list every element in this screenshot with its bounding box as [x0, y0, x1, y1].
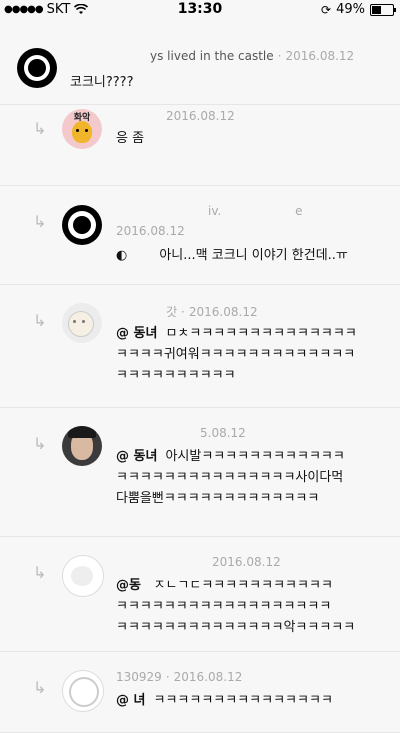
comment-text: 응 좀	[116, 131, 145, 146]
mention-tag[interactable]: @ 동녀	[116, 449, 157, 464]
comment-text: 코크니????	[70, 75, 134, 90]
comment-meta: ys lived in the castle · 2016.08.12	[150, 49, 355, 63]
status-bar: ●●●●● SKT 13:30 ⟳ 49%	[0, 0, 400, 20]
mention-tag[interactable]: ◐	[116, 248, 127, 263]
comment-text: @ 동녀 아시발ㅋㅋㅋㅋㅋㅋㅋㅋㅋㅋㅋㅋ ㅋㅋㅋㅋㅋㅋㅋㅋㅋㅋㅋㅋㅋㅋㅋ사이다먹 …	[116, 449, 345, 506]
battery-percent: 49%	[336, 2, 365, 17]
reply-item[interactable]: ↳ iv. e 2016.08.12 ◐ 아니...맥 코크니 이야기 한건데..…	[0, 186, 400, 285]
comment-author[interactable]: 130929	[116, 670, 162, 684]
comment-date: 5.08.12	[200, 426, 246, 440]
avatar[interactable]	[17, 48, 57, 88]
reply-arrow-icon: ↳	[33, 434, 47, 453]
comment-author[interactable]: 갓	[166, 305, 177, 319]
comment-date: 2016.08.12	[285, 49, 355, 63]
reply-item[interactable]: ↳ 갓 · 2016.08.12 @ 동녀 ㅁㅊㅋㅋㅋㅋㅋㅋㅋㅋㅋㅋㅋㅋㅋㅋ ㅋㅋㅋㅋ…	[0, 285, 400, 408]
comment-meta: 5.08.12	[200, 426, 246, 440]
reply-arrow-icon: ↳	[33, 563, 47, 582]
comment-author[interactable]: ys lived in the castle	[150, 49, 274, 63]
comment-list[interactable]: ys lived in the castle · 2016.08.12 코크니???…	[0, 22, 400, 733]
rotation-lock-icon: ⟳	[321, 2, 332, 17]
reply-arrow-icon: ↳	[33, 119, 47, 138]
comment-meta: 130929 · 2016.08.12	[116, 670, 243, 684]
avatar[interactable]	[62, 426, 102, 466]
reply-item[interactable]: ↳ 2016.08.12 @동 ㅈㄴㄱㄷㅋㅋㅋㅋㅋㅋㅋㅋㅋㅋㅋ ㅋㅋㅋㅋㅋㅋㅋㅋ…	[0, 537, 400, 652]
comment-author[interactable]: iv.	[208, 204, 221, 218]
comment-text: @ 녀 ㅋㅋㅋㅋㅋㅋㅋㅋㅋㅋㅋㅋㅋㅋㅋ	[116, 693, 333, 708]
comment-text: ◐ 아니...맥 코크니 이야기 한건데..ㅠ	[116, 248, 348, 263]
comment-meta: 2016.08.12	[212, 555, 281, 569]
comment-date: 2016.08.12	[212, 555, 281, 569]
battery-info: ⟳ 49%	[321, 2, 396, 17]
comment-date: 2016.08.12	[166, 109, 235, 123]
avatar[interactable]	[62, 555, 104, 597]
comment-text: @동 ㅈㄴㄱㄷㅋㅋㅋㅋㅋㅋㅋㅋㅋㅋㅋ ㅋㅋㅋㅋㅋㅋㅋㅋㅋㅋㅋㅋㅋㅋㅋㅋㅋㅋ ㅋㅋ…	[116, 578, 356, 635]
comment-meta: iv. e	[208, 204, 303, 218]
comment-meta: 갓 · 2016.08.12	[166, 305, 258, 319]
reply-item[interactable]: ↳ 130929 · 2016.08.12 @ 녀 ㅋㅋㅋㅋㅋㅋㅋㅋㅋㅋㅋㅋㅋㅋㅋ	[0, 652, 400, 733]
reply-arrow-icon: ↳	[33, 212, 47, 231]
comment-item[interactable]: ys lived in the castle · 2016.08.12 코크니???…	[0, 22, 400, 105]
avatar[interactable]	[62, 205, 102, 245]
reply-arrow-icon: ↳	[33, 311, 47, 330]
mention-tag[interactable]: @ 동녀	[116, 326, 157, 341]
battery-icon	[370, 3, 396, 16]
mention-tag[interactable]: @ 녀	[116, 693, 146, 708]
avatar[interactable]	[62, 303, 102, 343]
comment-date: 2016.08.12	[188, 305, 258, 319]
comment-date: 2016.08.12	[116, 224, 185, 238]
comment-meta: 2016.08.12	[166, 109, 235, 123]
reply-item[interactable]: ↳ 5.08.12 @ 동녀 아시발ㅋㅋㅋㅋㅋㅋㅋㅋㅋㅋㅋㅋ ㅋㅋㅋㅋㅋㅋㅋㅋㅋㅋ…	[0, 408, 400, 537]
avatar[interactable]	[62, 670, 104, 712]
comment-text: @ 동녀 ㅁㅊㅋㅋㅋㅋㅋㅋㅋㅋㅋㅋㅋㅋㅋㅋ ㅋㅋㅋㅋ귀여워ㅋㅋㅋㅋㅋㅋㅋㅋㅋㅋㅋㅋ…	[116, 326, 357, 383]
reply-arrow-icon: ↳	[33, 678, 47, 697]
avatar[interactable]: 화악	[62, 109, 102, 149]
mention-tag[interactable]: @동	[116, 578, 146, 593]
reply-item[interactable]: ↳ 화악 2016.08.12 응 좀	[0, 105, 400, 186]
comment-date: 2016.08.12	[173, 670, 243, 684]
